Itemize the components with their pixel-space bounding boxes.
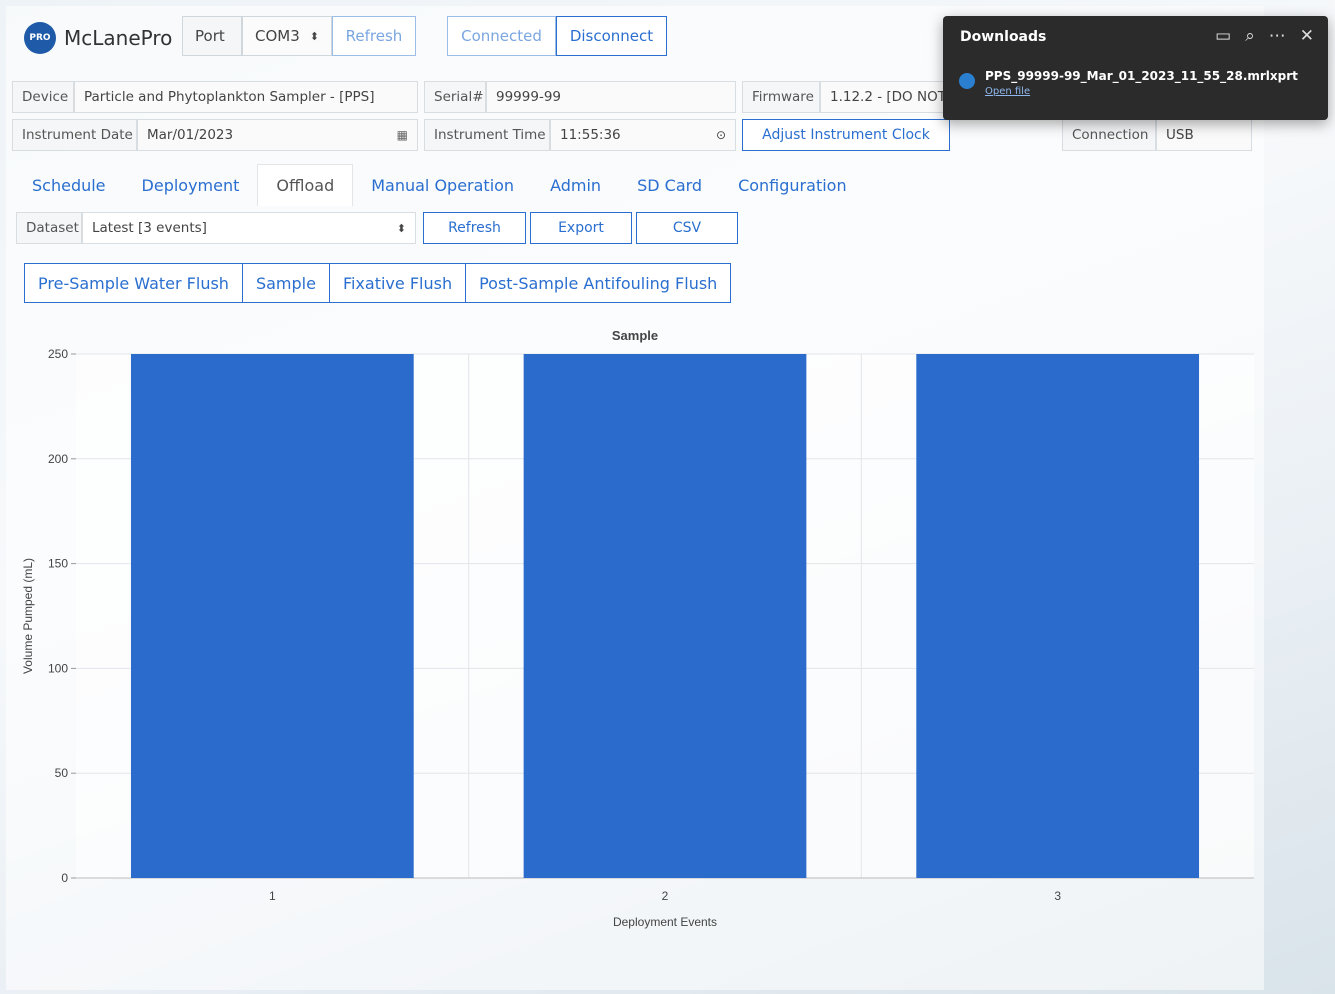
device-info-row-1: Device Particle and Phytoplankton Sample…: [12, 81, 952, 113]
file-icon: [959, 73, 975, 89]
port-label: Port: [182, 16, 242, 56]
y-axis-title: Volume Pumped (mL): [21, 558, 35, 674]
app-window: PRO McLanePro Port COM3 ⬍ Refresh Connec…: [6, 6, 1264, 990]
serial-value: 99999-99: [486, 81, 736, 113]
device-value: Particle and Phytoplankton Sampler - [PP…: [74, 81, 418, 113]
tab-configuration[interactable]: Configuration: [720, 164, 865, 206]
logo: PRO McLanePro: [24, 22, 172, 54]
port-refresh-button[interactable]: Refresh: [332, 16, 416, 56]
x-tick-label: 1: [269, 889, 276, 903]
y-tick-label: 0: [61, 871, 68, 885]
tab-offload[interactable]: Offload: [257, 164, 354, 206]
connection-buttons: Connected Disconnect: [447, 16, 667, 56]
csv-button[interactable]: CSV: [636, 212, 738, 244]
download-file-name: PPS_99999-99_Mar_01_2023_11_55_28.mrlxpr…: [985, 69, 1298, 83]
dataset-label: Dataset: [16, 212, 82, 244]
segment-sample[interactable]: Sample: [243, 264, 330, 302]
clock-icon[interactable]: ⊙: [716, 128, 726, 142]
tab-manual-operation[interactable]: Manual Operation: [353, 164, 532, 206]
search-icon[interactable]: ⌕: [1245, 26, 1255, 46]
port-group: Port COM3 ⬍ Refresh: [182, 16, 416, 56]
adjust-clock-button[interactable]: Adjust Instrument Clock: [742, 119, 950, 151]
folder-icon[interactable]: ▭: [1215, 26, 1231, 46]
bar: [523, 354, 807, 878]
dataset-select[interactable]: Latest [3 events] ⬍: [82, 212, 416, 244]
select-arrows-icon: ⬍: [396, 221, 406, 235]
dataset-row: Dataset Latest [3 events] ⬍ Refresh Expo…: [16, 212, 738, 244]
calendar-icon[interactable]: ▦: [397, 128, 408, 142]
dataset-value: Latest [3 events]: [92, 220, 207, 236]
tab-deployment[interactable]: Deployment: [124, 164, 258, 206]
connection-value: USB: [1156, 119, 1252, 151]
close-icon[interactable]: ✕: [1300, 26, 1314, 46]
firmware-value: 1.12.2 - [DO NOT: [820, 81, 952, 113]
bar-chart: 0 50 100 150 200 250 1 2 3 Sample Deployment Event…: [21, 328, 1254, 929]
tab-sd-card[interactable]: SD Card: [619, 164, 720, 206]
segment-fixative-flush[interactable]: Fixative Flush: [330, 264, 467, 302]
main-tabs: Schedule Deployment Offload Manual Opera…: [14, 164, 865, 206]
y-tick-label: 50: [55, 766, 69, 780]
segment-post-sample-antifouling-flush[interactable]: Post-Sample Antifouling Flush: [466, 264, 730, 302]
select-arrows-icon: ⬍: [309, 29, 319, 43]
bar: [130, 354, 414, 878]
open-file-link[interactable]: Open file: [985, 86, 1298, 97]
y-tick-label: 200: [48, 452, 68, 466]
y-tick-label: 150: [48, 557, 68, 571]
app-name: McLanePro: [64, 26, 173, 50]
tab-schedule[interactable]: Schedule: [14, 164, 124, 206]
more-icon[interactable]: ⋯: [1269, 26, 1286, 46]
x-tick-label: 2: [662, 889, 669, 903]
downloads-panel: Downloads ▭ ⌕ ⋯ ✕ PPS_99999-99_Mar_01_20…: [943, 16, 1328, 120]
x-tick-label: 3: [1054, 889, 1061, 903]
device-info-row-2: Instrument Date Mar/01/2023 ▦ Instrument…: [12, 119, 1252, 151]
download-item[interactable]: PPS_99999-99_Mar_01_2023_11_55_28.mrlxpr…: [959, 69, 1298, 97]
y-tick-label: 100: [48, 661, 68, 675]
chart-title: Sample: [612, 328, 658, 343]
firmware-label: Firmware: [742, 81, 820, 113]
logo-badge: PRO: [24, 22, 56, 54]
date-input[interactable]: Mar/01/2023 ▦: [137, 119, 418, 151]
port-select[interactable]: COM3 ⬍: [242, 16, 332, 56]
port-value: COM3: [255, 27, 300, 45]
segment-pre-sample-water-flush[interactable]: Pre-Sample Water Flush: [25, 264, 243, 302]
y-tick-label: 250: [48, 347, 68, 361]
x-axis-title: Deployment Events: [613, 915, 717, 929]
bar: [916, 354, 1200, 878]
serial-label: Serial#: [424, 81, 486, 113]
time-label: Instrument Time: [424, 119, 550, 151]
date-value: Mar/01/2023: [147, 127, 234, 143]
date-label: Instrument Date: [12, 119, 137, 151]
phase-segments: Pre-Sample Water Flush Sample Fixative F…: [24, 263, 732, 303]
downloads-toolbar: ▭ ⌕ ⋯ ✕: [1215, 26, 1314, 46]
export-button[interactable]: Export: [530, 212, 632, 244]
dataset-refresh-button[interactable]: Refresh: [423, 212, 526, 244]
time-value: 11:55:36: [560, 127, 621, 143]
disconnect-button[interactable]: Disconnect: [556, 16, 667, 56]
connection-label: Connection: [1062, 119, 1156, 151]
downloads-title: Downloads: [960, 29, 1047, 45]
tab-admin[interactable]: Admin: [532, 164, 619, 206]
connected-button[interactable]: Connected: [447, 16, 556, 56]
time-input[interactable]: 11:55:36 ⊙: [550, 119, 736, 151]
device-label: Device: [12, 81, 74, 113]
